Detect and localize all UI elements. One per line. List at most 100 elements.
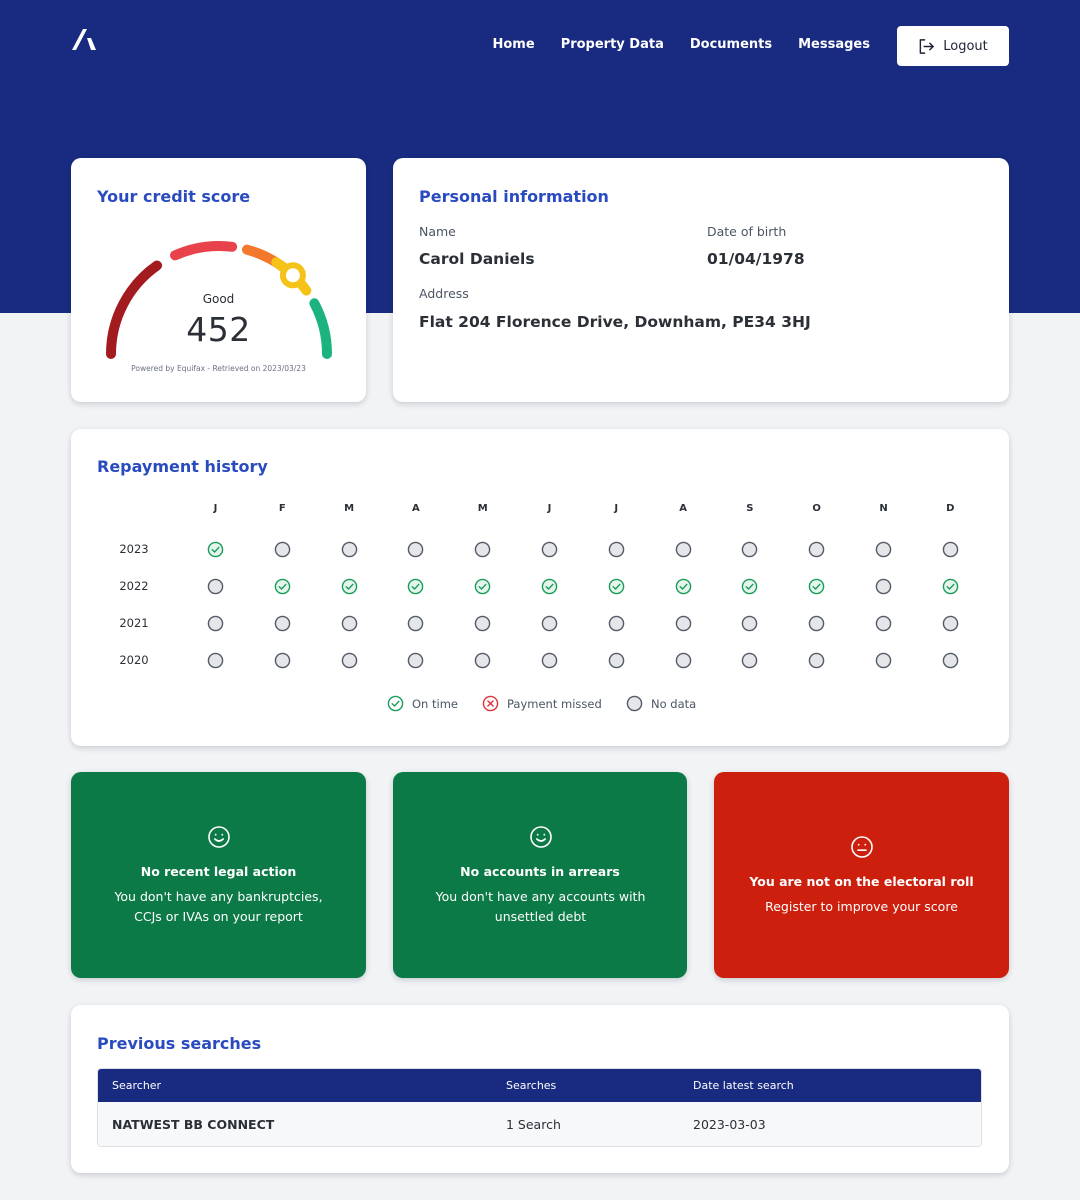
previous-searches-title: Previous searches [97,1034,262,1053]
check-circle-icon [408,578,424,595]
nav-property-data-link[interactable]: Property Data [561,37,664,52]
dob-value: 01/04/1978 [707,250,805,268]
empty-circle-icon [875,578,892,595]
check-circle-icon [808,578,825,595]
name-value: Carol Daniels [419,250,535,268]
credit-score-title: Your credit score [97,187,251,206]
empty-circle-icon [274,652,291,669]
empty-circle-icon [341,541,357,558]
top-navigation: Home Property Data Documents Messages Lo… [0,0,1080,92]
smile-icon [208,826,230,848]
legend-on-time-label: On time [412,696,458,711]
repayment-history-card: Repayment history On time Payment missed… [71,429,1009,746]
year-label: 2023 [119,542,149,556]
check-circle-icon [942,578,959,595]
empty-circle-icon [474,615,491,632]
empty-circle-icon [875,541,892,558]
empty-circle-icon [207,578,224,595]
table-row: NATWEST BB CONNECT 1 Search 2023-03-03 [98,1102,981,1146]
searcher-cell: NATWEST BB CONNECT [112,1117,275,1132]
check-circle-icon [608,578,625,595]
gauge-segment [170,241,238,261]
empty-circle-icon [274,615,291,632]
empty-circle-icon [742,541,758,558]
month-header: M [477,503,488,514]
previous-searches-card: Previous searches Searcher Searches Date… [71,1005,1009,1173]
empty-circle-icon [808,652,825,669]
month-header: D [946,503,955,514]
month-header: O [812,503,821,514]
status-text: You don't have any bankruptcies, CCJs or… [114,889,323,924]
empty-circle-icon [875,652,892,669]
searches-count-cell: 1 Search [506,1117,561,1132]
empty-circle-icon [808,541,825,558]
empty-circle-icon [608,652,625,669]
status-card-arrears: No accounts in arrears You don't have an… [393,772,687,978]
column-header-date: Date latest search [693,1079,794,1092]
empty-circle-icon [207,652,224,669]
neutral-face-icon [851,836,873,858]
empty-circle-icon [408,615,424,632]
credit-score-value: 452 [186,310,251,349]
address-value: Flat 204 Florence Drive, Downham, PE34 3… [419,313,811,331]
empty-circle-icon [742,652,758,669]
date-latest-search-cell: 2023-03-03 [693,1117,766,1132]
personal-information-title: Personal information [419,187,609,206]
check-circle-icon [675,578,691,595]
empty-circle-icon [541,615,558,632]
logout-label: Logout [943,38,988,54]
empty-circle-icon [675,652,691,669]
empty-circle-icon [675,541,691,558]
empty-circle-icon [808,615,825,632]
check-circle-icon [387,695,404,712]
status-title: You are not on the electoral roll [749,874,974,889]
legend-payment-missed-label: Payment missed [507,696,602,711]
empty-circle-icon [608,615,625,632]
personal-information-card: Personal information Name Carol Daniels … [393,158,1009,402]
nav-home-link[interactable]: Home [493,37,535,52]
empty-circle-icon [408,652,424,669]
credit-score-card: Your credit score Good 452 Powered by Eq… [71,158,366,402]
empty-circle-icon [207,615,224,632]
table-header: Searcher Searches Date latest search [98,1069,981,1102]
year-label: 2021 [119,616,149,630]
dob-label: Date of birth [707,224,787,239]
nav-messages-link[interactable]: Messages [798,37,870,52]
check-circle-icon [341,578,357,595]
check-circle-icon [274,578,291,595]
legend-no-data-label: No data [651,696,697,711]
empty-circle-icon [341,652,357,669]
check-circle-icon [742,578,758,595]
empty-circle-icon [742,615,758,632]
credit-rating: Good [202,292,235,306]
empty-circle-icon [942,615,959,632]
empty-circle-icon [942,541,959,558]
logout-button[interactable]: Logout [897,26,1009,66]
empty-circle-icon [675,615,691,632]
nav-documents-link[interactable]: Documents [690,37,772,52]
month-header: J [614,503,619,514]
nav-links: Home Property Data Documents Messages [467,37,871,52]
month-header: N [879,503,888,514]
month-header: S [746,503,754,514]
month-header: J [213,503,218,514]
month-header: A [412,503,420,514]
status-title: No accounts in arrears [460,864,620,879]
empty-circle-icon [626,695,643,712]
logout-icon [919,38,935,54]
status-text: Register to improve your score [765,899,958,914]
name-label: Name [419,224,456,239]
check-circle-icon [541,578,558,595]
year-label: 2020 [119,653,149,667]
empty-circle-icon [541,652,558,669]
brand-logo-icon[interactable] [70,26,98,52]
smile-icon [530,826,552,848]
month-header: M [344,503,355,514]
month-header: J [547,503,552,514]
status-title: No recent legal action [140,864,297,879]
check-circle-icon [207,541,224,558]
empty-circle-icon [608,541,625,558]
status-card-electoral-roll: You are not on the electoral roll Regist… [714,772,1009,978]
legend-payment-missed: Payment missed [482,695,602,712]
column-header-searches: Searches [506,1079,557,1092]
